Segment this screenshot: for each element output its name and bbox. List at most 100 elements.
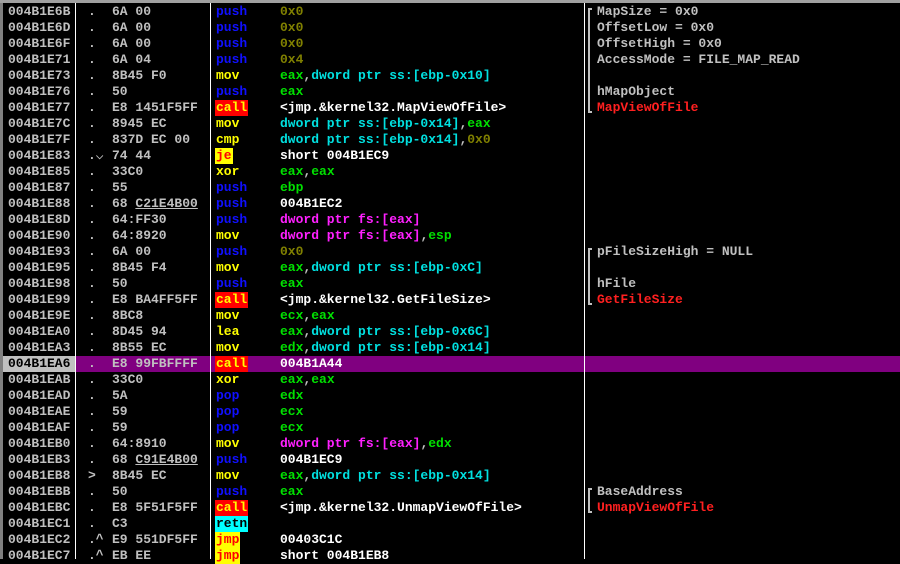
operand: edx xyxy=(280,340,304,355)
hex-bytes: 68 C21E4B00 xyxy=(112,196,198,212)
mnemonic: push xyxy=(216,180,248,195)
address: 004B1E87 xyxy=(8,180,71,195)
operands: eax xyxy=(280,276,303,292)
disasm-row[interactable]: 004B1EC7 .^ EB EE jmp short 004B1EB8 xyxy=(3,548,900,564)
mnemonic: jmp xyxy=(215,532,241,548)
disassembly-list[interactable]: 004B1E6B. 6A 00 push 0x0 MapSize = 0x0 004B1E… xyxy=(3,4,900,564)
disasm-row[interactable]: 004B1E6F. 6A 00 push 0x0 OffsetHigh = 0x0 xyxy=(3,36,900,52)
jump-marker: . xyxy=(88,260,96,275)
disasm-row[interactable]: 004B1E77. E8 1451F5FF call <jmp.&kernel32.M… xyxy=(3,100,900,116)
disasm-row[interactable]: 004B1E6D. 6A 00 push 0x0 OffsetLow = 0x0 xyxy=(3,20,900,36)
disasm-row[interactable]: 004B1E7C. 8945 EC mov dword ptr ss:[ebp-0x1… xyxy=(3,116,900,132)
operand: 0x0 xyxy=(280,244,304,259)
hex-bytes: 8B55 EC xyxy=(112,340,167,356)
hex-bytes: 68 C91E4B00 xyxy=(112,452,198,468)
disasm-row[interactable]: 004B1EAF. 59 pop ecx xyxy=(3,420,900,436)
disasm-row[interactable]: 004B1E95. 8B45 F4 mov eax,dword ptr ss:[ebp… xyxy=(3,260,900,276)
operand: 004B1A44 xyxy=(280,356,343,371)
disasm-row[interactable]: 004B1E9E. 8BC8 mov ecx,eax xyxy=(3,308,900,324)
disasm-row[interactable]: 004B1E6B. 6A 00 push 0x0 MapSize = 0x0 xyxy=(3,4,900,20)
operand: eax xyxy=(280,276,304,291)
hex-bytes: C3 xyxy=(112,516,128,532)
disasm-row[interactable]: 004B1E87. 55 push ebp xyxy=(3,180,900,196)
disasm-row[interactable]: 004B1EAB. 33C0 xor eax,eax xyxy=(3,372,900,388)
disasm-row[interactable]: 004B1EA3. 8B55 EC mov edx,dword ptr ss:[ebp… xyxy=(3,340,900,356)
hex-bytes-text: 6A 00 xyxy=(112,36,152,51)
disasm-row[interactable]: 004B1EB0. 64:8910 mov dword ptr fs:[eax],ed… xyxy=(3,436,900,452)
disasm-row[interactable]: 004B1E73. 8B45 F0 mov eax,dword ptr ss:[ebp… xyxy=(3,68,900,84)
disasm-row[interactable]: 004B1E88. 68 C21E4B00 push 004B1EC2 xyxy=(3,196,900,212)
hex-address-bytes: C91E4B00 xyxy=(135,452,198,467)
disasm-row[interactable]: 004B1E7F. 837D EC 00 cmp dword ptr ss:[ebp-… xyxy=(3,132,900,148)
operands: eax,dword ptr ss:[ebp-0x10] xyxy=(280,68,491,84)
call-args-bracket xyxy=(588,488,592,513)
disasm-row[interactable]: 004B1E76. 50 push eax hMapObject xyxy=(3,84,900,100)
jump-marker: . xyxy=(88,308,96,323)
disasm-row[interactable]: 004B1EAE. 59 pop ecx xyxy=(3,404,900,420)
disasm-row[interactable]: 004B1EC2 .^ E9 551DF5FF jmp 00403C1C xyxy=(3,532,900,548)
operand: dword ptr fs:[eax] xyxy=(280,436,421,451)
disasm-row[interactable]: 004B1E98. 50 push eax hFile xyxy=(3,276,900,292)
jump-marker: . xyxy=(88,276,96,291)
mnemonic: push xyxy=(216,52,248,67)
disasm-row[interactable]: 004B1E85. 33C0 xor eax,eax xyxy=(3,164,900,180)
disasm-row[interactable]: 004B1EA0. 8D45 94 lea eax,dword ptr ss:[ebp… xyxy=(3,324,900,340)
disasm-row[interactable]: 004B1EB3. 68 C91E4B00 push 004B1EC9 xyxy=(3,452,900,468)
hex-bytes-text: 59 xyxy=(112,420,128,435)
address: 004B1EC7 xyxy=(8,548,71,563)
operands: ecx,eax xyxy=(280,308,335,324)
jump-marker: . xyxy=(88,84,96,99)
disasm-row[interactable]: 004B1EC1. C3 retn xyxy=(3,516,900,532)
disasm-row[interactable]: 004B1E90. 64:8920 mov dword ptr fs:[eax],es… xyxy=(3,228,900,244)
jump-marker: . xyxy=(88,484,96,499)
operands: 004B1A44 xyxy=(280,356,342,372)
jump-marker: . xyxy=(88,212,96,227)
disasm-row[interactable]: 004B1EBB. 50 push eax BaseAddress xyxy=(3,484,900,500)
jump-marker: . xyxy=(88,228,96,243)
mnemonic: push xyxy=(216,276,248,291)
disasm-row[interactable]: 004B1E71. 6A 04 push 0x4 AccessMode = FILE_M… xyxy=(3,52,900,68)
disasm-row[interactable]: 004B1EB8 >8B45 EC mov eax,dword ptr ss:[ebp… xyxy=(3,468,900,484)
comment: UnmapViewOfFile xyxy=(597,500,715,515)
mnemonic: mov xyxy=(216,436,240,451)
disasm-row[interactable]: 004B1EBC. E8 5F51F5FF call <jmp.&kernel32.U… xyxy=(3,500,900,516)
operands: eax,dword ptr ss:[ebp-0xC] xyxy=(280,260,483,276)
operands: 0x0 xyxy=(280,20,303,36)
operand: eax xyxy=(280,484,304,499)
disasm-row[interactable]: 004B1E8D. 64:FF30 push dword ptr fs:[eax] xyxy=(3,212,900,228)
address: 004B1E83 xyxy=(8,148,71,163)
hex-bytes: 6A 00 xyxy=(112,20,151,36)
disasm-row[interactable]: 004B1EAD. 5A pop edx xyxy=(3,388,900,404)
operand: 0x0 xyxy=(467,132,491,147)
operands: <jmp.&kernel32.MapViewOfFile> xyxy=(280,100,506,116)
jump-marker: . xyxy=(88,116,96,131)
mnemonic: push xyxy=(216,4,248,19)
hex-bytes-text: 33C0 xyxy=(112,372,144,387)
disasm-row[interactable]: 004B1E99. E8 BA4FF5FF call <jmp.&kernel32.G… xyxy=(3,292,900,308)
operand: short 004B1EC9 xyxy=(280,148,390,163)
operand: eax xyxy=(280,468,304,483)
mnemonic: je xyxy=(215,148,233,164)
mnemonic: push xyxy=(216,452,248,467)
mnemonic: call xyxy=(215,100,249,116)
hex-bytes: 6A 04 xyxy=(112,52,151,68)
operand: ecx xyxy=(280,308,304,323)
hex-bytes-text: E8 99FBFFFF xyxy=(112,356,198,371)
address: 004B1E7C xyxy=(8,116,71,131)
column-divider-hex[interactable] xyxy=(210,3,211,559)
column-divider-disasm[interactable] xyxy=(584,3,585,559)
hex-bytes-text: 55 xyxy=(112,180,128,195)
column-divider-address[interactable] xyxy=(75,3,76,559)
operands: 0x4 xyxy=(280,52,303,68)
hex-bytes-text: 8B45 EC xyxy=(112,468,167,483)
disasm-row[interactable]: 004B1EA6. E8 99FBFFFF call 004B1A44 xyxy=(3,356,900,372)
operands: <jmp.&kernel32.GetFileSize> xyxy=(280,292,491,308)
jump-marker: . xyxy=(88,388,96,403)
operand: ebp xyxy=(280,180,304,195)
disasm-row[interactable]: 004B1E83 .⌵ 74 44 je short 004B1EC9 xyxy=(3,148,900,164)
jump-marker: .^ xyxy=(88,548,104,563)
hex-bytes: 5A xyxy=(112,388,128,404)
operands: dword ptr ss:[ebp-0x14],eax xyxy=(280,116,491,132)
mnemonic: mov xyxy=(216,116,240,131)
disasm-row[interactable]: 004B1E93. 6A 00 push 0x0 pFileSizeHigh = NUL… xyxy=(3,244,900,260)
